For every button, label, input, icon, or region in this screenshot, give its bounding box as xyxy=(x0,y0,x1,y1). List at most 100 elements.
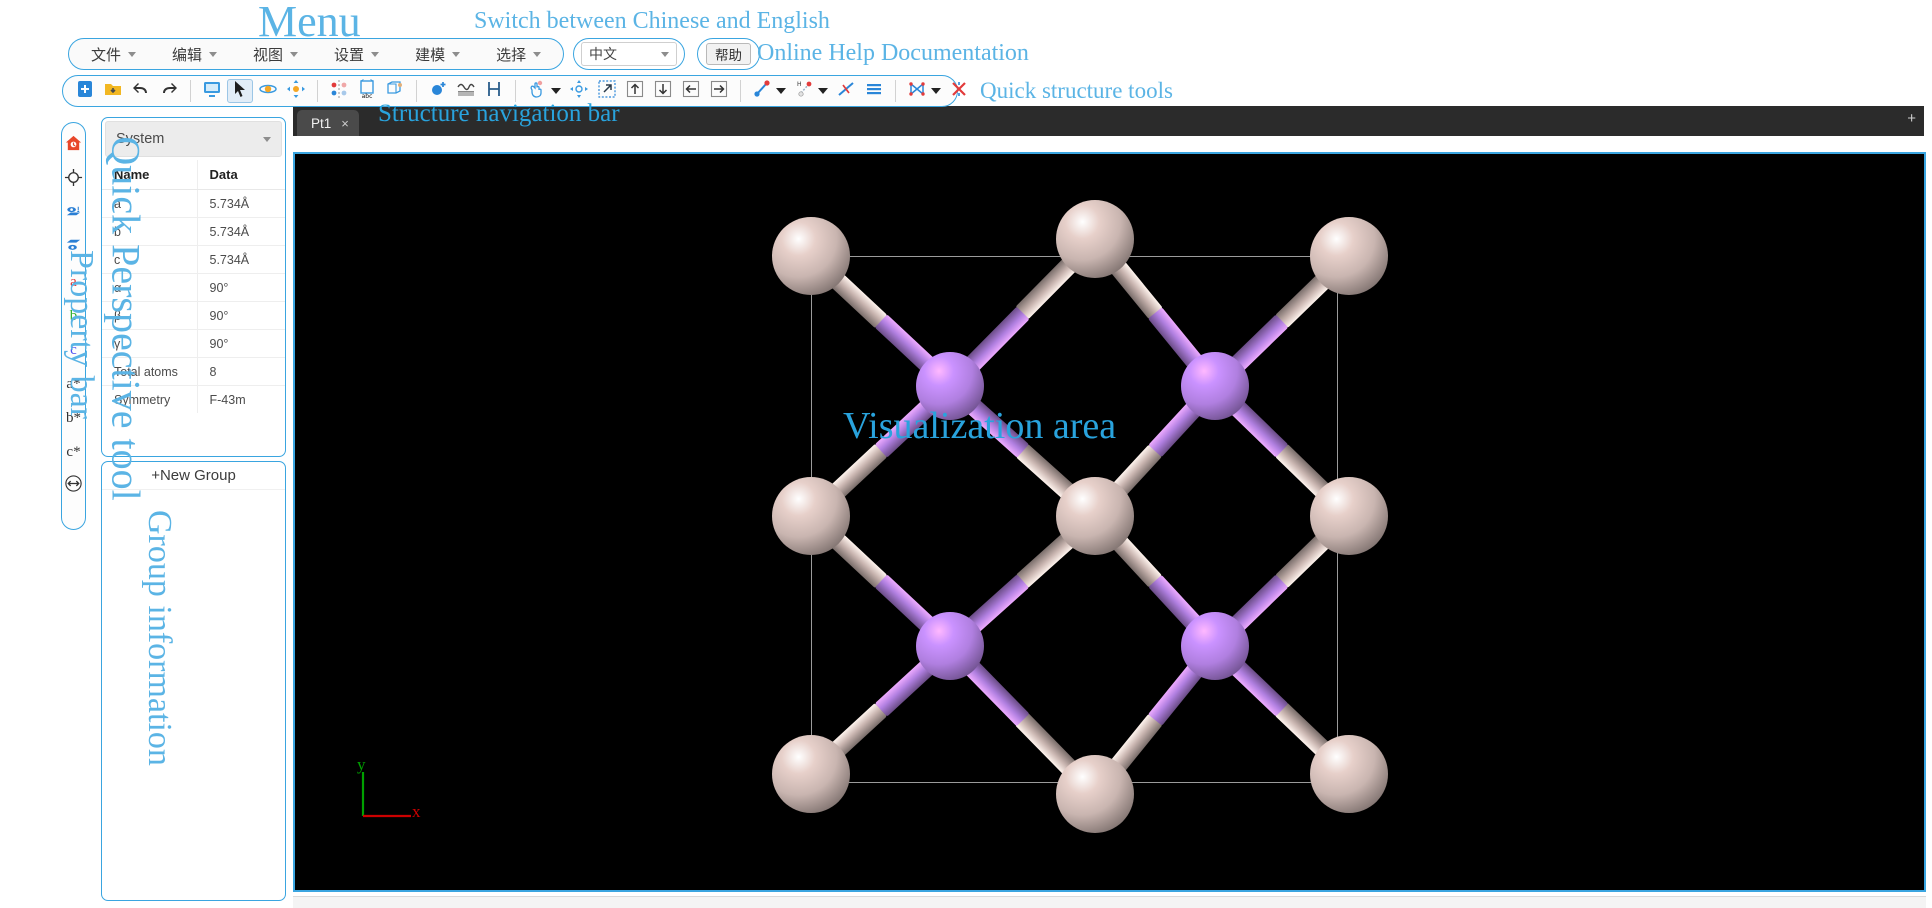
rail-plane-view-1[interactable] xyxy=(63,197,85,231)
rail-axis-c[interactable]: c xyxy=(63,333,85,367)
tab-label: Pt1 xyxy=(311,115,332,131)
tab-pt1[interactable]: Pt1 × xyxy=(297,110,359,136)
visualization-area[interactable]: y x Visualization area xyxy=(293,152,1926,892)
menu-bar: 文件 编辑 视图 设置 建模 选择 中文 帮助 xyxy=(0,38,1932,72)
hand-drag-icon xyxy=(527,79,547,104)
chevron-down-icon[interactable] xyxy=(931,88,941,94)
property-row-value: 5.734Å xyxy=(196,245,285,274)
screen-refresh-button[interactable] xyxy=(199,79,225,103)
select-cursor-button[interactable] xyxy=(227,79,253,103)
menu-item-select[interactable]: 选择 xyxy=(478,40,559,68)
property-scope-select[interactable]: System xyxy=(105,121,282,157)
rail-axis-b-star[interactable]: b* xyxy=(63,401,85,435)
rotate-atom-icon xyxy=(258,79,278,104)
new-group-button[interactable]: +New Group xyxy=(102,462,285,490)
application-window: Menu Switch between Chinese and English … xyxy=(0,0,1932,908)
rail-home-view[interactable] xyxy=(63,129,85,163)
property-row-value: 90° xyxy=(196,301,285,330)
add-bond-button[interactable] xyxy=(749,79,775,103)
property-row-name: β xyxy=(102,301,197,330)
chevron-down-icon xyxy=(209,51,218,57)
move-left-button[interactable] xyxy=(678,79,704,103)
add-hydrogen-button[interactable]: H xyxy=(791,79,817,103)
structure-navigation-bar: Pt1 × + xyxy=(293,106,1924,136)
help-button-wrap[interactable]: 帮助 xyxy=(697,38,760,70)
move-up-button[interactable] xyxy=(622,79,648,103)
open-file-button[interactable] xyxy=(100,79,126,103)
rail-center-view[interactable] xyxy=(63,163,85,197)
layer-button[interactable] xyxy=(861,79,887,103)
bond-network-button[interactable] xyxy=(904,79,930,103)
language-select[interactable]: 中文 xyxy=(581,42,677,66)
hydrogen-bond-icon: H xyxy=(794,79,814,104)
menu-item-edit[interactable]: 编辑 xyxy=(154,40,235,68)
property-row-value: 8 xyxy=(196,357,285,386)
menu-item-label: 视图 xyxy=(253,45,284,64)
atom-tan[interactable] xyxy=(1310,217,1388,295)
menu-item-modeling[interactable]: 建模 xyxy=(397,40,478,68)
property-row: β 90° xyxy=(102,301,285,330)
atom-tan[interactable] xyxy=(772,735,850,813)
undo-button[interactable] xyxy=(128,79,154,103)
translate-button[interactable] xyxy=(283,79,309,103)
atom-tan[interactable] xyxy=(1056,477,1134,555)
rail-axis-a-star[interactable]: a* xyxy=(63,367,85,401)
rotate-button[interactable] xyxy=(255,79,281,103)
property-header-name: Name xyxy=(102,160,197,190)
move-down-button[interactable] xyxy=(650,79,676,103)
rail-axis-b[interactable]: b xyxy=(63,299,85,333)
atom-tan[interactable] xyxy=(1056,200,1134,278)
bond-icon xyxy=(752,79,772,104)
new-file-button[interactable] xyxy=(72,79,98,103)
chevron-down-icon[interactable] xyxy=(776,88,786,94)
measure-button[interactable] xyxy=(481,79,507,103)
rail-axis-c-star[interactable]: c* xyxy=(63,435,85,469)
label-atoms-button[interactable]: abc xyxy=(354,78,380,103)
rail-toggle-view[interactable] xyxy=(63,469,85,503)
property-row-name: α xyxy=(102,273,197,302)
supercell-button[interactable] xyxy=(382,79,408,103)
crosshair-icon xyxy=(64,168,83,192)
delete-selection-button[interactable] xyxy=(946,79,972,103)
mirror-symmetry-button[interactable] xyxy=(326,79,352,103)
surface-slab-button[interactable] xyxy=(453,79,479,103)
property-row-value: 90° xyxy=(196,273,285,302)
chevron-down-icon[interactable] xyxy=(551,88,561,94)
rail-axis-a[interactable]: a xyxy=(63,265,85,299)
atom-purple[interactable] xyxy=(1181,352,1249,420)
axis-c-star-icon: c* xyxy=(66,443,81,460)
expand-select-button[interactable] xyxy=(594,79,620,103)
property-row-name: Symmetry xyxy=(114,392,171,407)
menu-item-view[interactable]: 视图 xyxy=(235,40,316,68)
bond-network-icon xyxy=(907,79,927,104)
redo-button[interactable] xyxy=(156,79,182,103)
menu-item-file[interactable]: 文件 xyxy=(73,40,154,68)
rail-plane-view-2[interactable] xyxy=(63,231,85,265)
menu-item-settings[interactable]: 设置 xyxy=(316,40,397,68)
chevron-down-icon xyxy=(290,51,299,57)
atom-tan[interactable] xyxy=(772,477,850,555)
language-switcher[interactable]: 中文 xyxy=(573,38,685,70)
move-right-button[interactable] xyxy=(706,79,732,103)
add-tab-button[interactable]: + xyxy=(1907,110,1916,127)
redo-arrow-icon xyxy=(159,79,179,104)
atom-tan[interactable] xyxy=(1310,735,1388,813)
drag-atom-button[interactable] xyxy=(524,79,550,103)
help-button[interactable]: 帮助 xyxy=(706,43,751,65)
menu-item-label: 选择 xyxy=(496,45,527,64)
monitor-refresh-icon xyxy=(202,79,222,104)
structure-canvas[interactable] xyxy=(295,154,1924,890)
anchor-move-button[interactable] xyxy=(566,79,592,103)
add-atom-button[interactable] xyxy=(425,79,451,103)
atom-tan[interactable] xyxy=(772,217,850,295)
atom-purple[interactable] xyxy=(916,612,984,680)
atom-purple[interactable] xyxy=(1181,612,1249,680)
atom-purple[interactable] xyxy=(916,352,984,420)
toolbar-separator xyxy=(895,80,896,102)
atom-tan[interactable] xyxy=(1056,755,1134,833)
delete-bond-button[interactable] xyxy=(833,79,859,103)
chevron-down-icon xyxy=(128,51,137,57)
atom-tan[interactable] xyxy=(1310,477,1388,555)
close-icon[interactable]: × xyxy=(341,116,349,131)
chevron-down-icon[interactable] xyxy=(818,88,828,94)
